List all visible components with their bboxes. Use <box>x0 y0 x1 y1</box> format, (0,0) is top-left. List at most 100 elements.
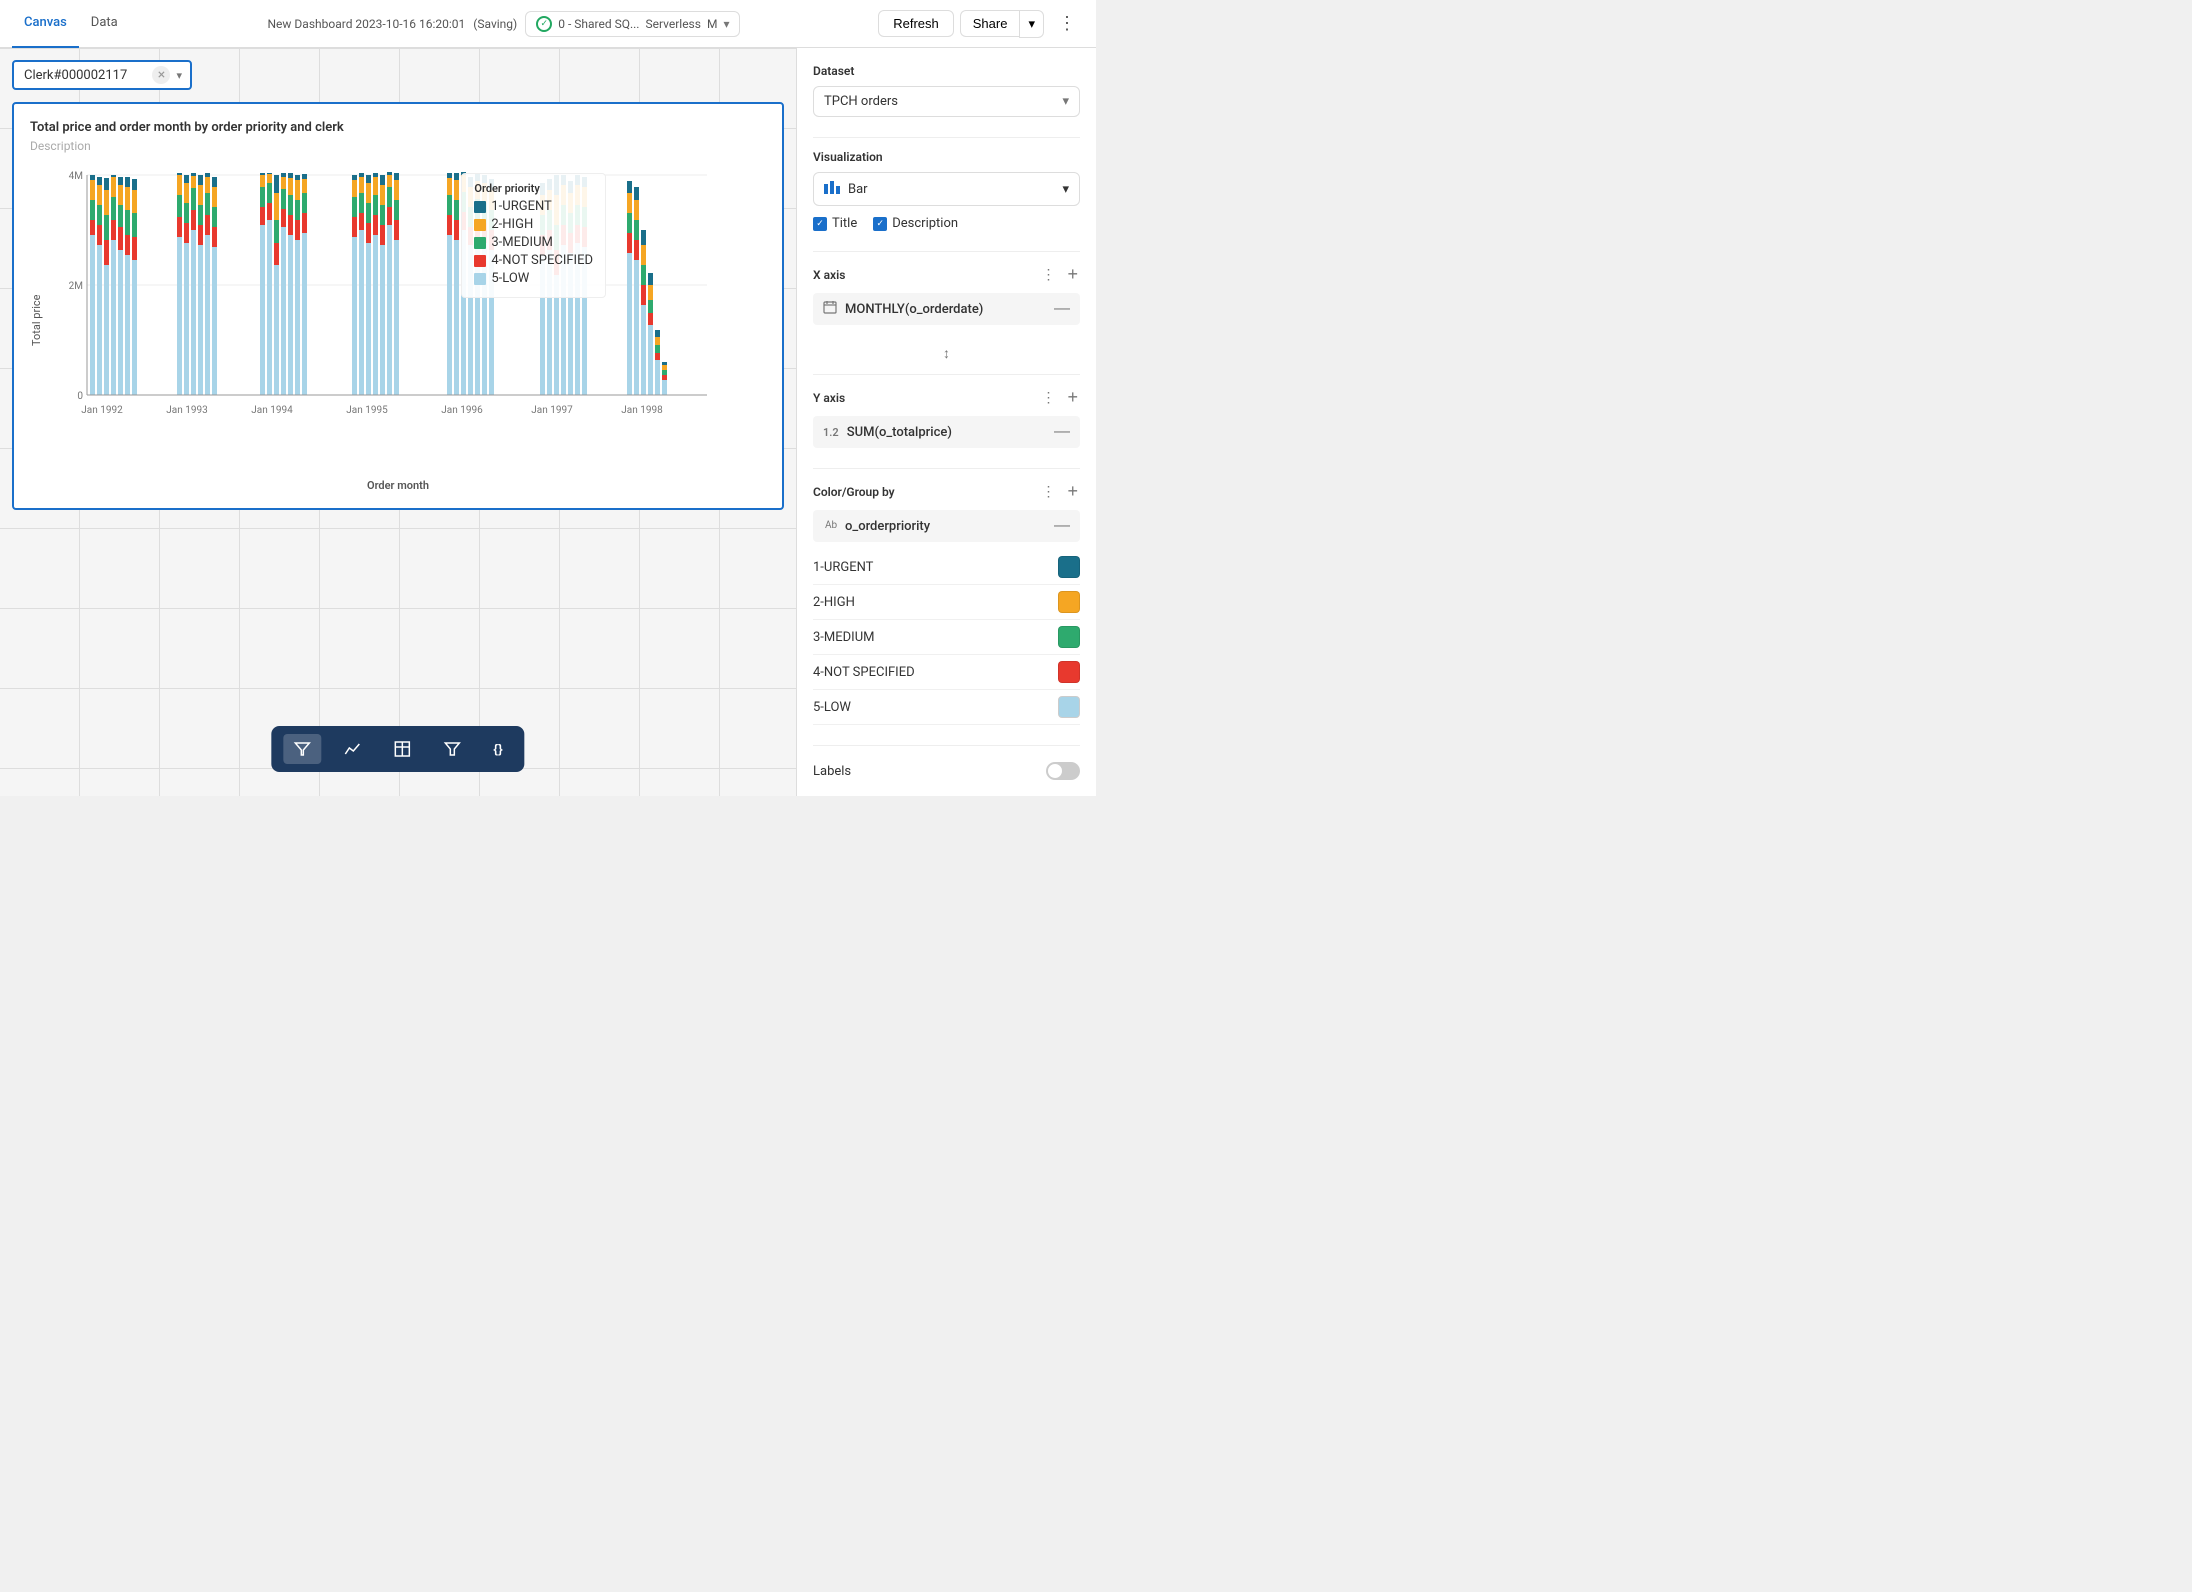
funnel-toolbar-button[interactable] <box>433 734 471 764</box>
color-row-urgent: 1-URGENT <box>813 550 1080 585</box>
right-panel: Dataset TPCH orders ▾ Visualization Bar <box>796 48 1096 796</box>
title-checkbox-label: Title <box>832 216 857 231</box>
color-row-low: 5-LOW <box>813 690 1080 725</box>
labels-label: Labels <box>813 764 851 779</box>
swap-icon[interactable]: ↕ <box>943 345 950 362</box>
viz-type-label: Bar <box>848 182 1054 197</box>
share-dropdown-button[interactable]: ▾ <box>1019 10 1044 38</box>
dataset-label: Dataset <box>813 64 1080 78</box>
legend-label-high: 2-HIGH <box>491 217 533 232</box>
chart-container: Total price and order month by order pri… <box>12 102 784 510</box>
text-icon: Abc <box>823 517 837 535</box>
x-axis-remove-button[interactable]: — <box>1054 300 1070 318</box>
dataset-select[interactable]: TPCH orders ▾ <box>813 86 1080 117</box>
connection-number: 0 - Shared SQ... <box>558 17 639 31</box>
legend-item-urgent: 1-URGENT <box>474 199 593 214</box>
y-axis-title: Y axis <box>813 391 845 405</box>
x-axis-field: MONTHLY(o_orderdate) — <box>813 293 1080 325</box>
trend-icon <box>343 740 361 758</box>
description-checkbox[interactable]: Description <box>873 216 958 231</box>
title-checkbox[interactable]: Title <box>813 216 857 231</box>
connection-size: M <box>707 17 717 31</box>
dataset-value: TPCH orders <box>824 94 898 109</box>
more-options-button[interactable]: ⋮ <box>1050 8 1084 39</box>
saving-badge: (Saving) <box>473 17 517 31</box>
y-axis-more-button[interactable]: ⋮ <box>1039 387 1057 408</box>
legend-item-high: 2-HIGH <box>474 217 593 232</box>
svg-text:Abc: Abc <box>825 520 837 531</box>
swap-axes-area: ↕ <box>813 345 1080 362</box>
refresh-button[interactable]: Refresh <box>878 10 954 37</box>
x-axis-more-button[interactable]: ⋮ <box>1039 264 1057 285</box>
header-center: New Dashboard 2023-10-16 16:20:01 (Savin… <box>146 11 863 37</box>
chart-svg: 4M 2M 0 Jan 1992 Jan 1993 Jan 1994 Jan 1… <box>47 165 727 475</box>
svg-text:Jan 1994: Jan 1994 <box>251 405 293 416</box>
header-actions: Refresh Share ▾ ⋮ <box>878 8 1084 39</box>
connection-type: Serverless <box>645 17 701 31</box>
color-group-section: Color/Group by ⋮ + Abc o_orderpriority — <box>813 481 1080 725</box>
color-swatch-low[interactable] <box>1058 696 1080 718</box>
y-axis-field: 1.2 SUM(o_totalprice) — <box>813 416 1080 448</box>
tab-data[interactable]: Data <box>79 0 130 48</box>
filter-tag[interactable]: Clerk#000002117 × ▾ <box>12 60 192 90</box>
x-axis-field-label: MONTHLY(o_orderdate) <box>845 302 1046 317</box>
color-label-low: 5-LOW <box>813 700 851 715</box>
connection-info[interactable]: 0 - Shared SQ... Serverless M ▾ <box>525 11 740 37</box>
color-group-more-button[interactable]: ⋮ <box>1039 481 1057 502</box>
color-group-remove-button[interactable]: — <box>1054 517 1070 535</box>
share-button[interactable]: Share <box>960 10 1020 37</box>
x-axis-actions: ⋮ + <box>1039 264 1080 285</box>
color-label-not-specified: 4-NOT SPECIFIED <box>813 665 915 680</box>
legend-item-low: 5-LOW <box>474 271 593 286</box>
calendar-icon <box>823 300 837 318</box>
color-row-medium: 3-MEDIUM <box>813 620 1080 655</box>
legend-item-not-specified: 4-NOT SPECIFIED <box>474 253 593 268</box>
svg-text:2M: 2M <box>69 281 83 292</box>
color-swatch-not-specified[interactable] <box>1058 661 1080 683</box>
color-label-urgent: 1-URGENT <box>813 560 873 575</box>
filter-toolbar-button[interactable] <box>283 734 321 764</box>
legend-item-medium: 3-MEDIUM <box>474 235 593 250</box>
canvas-area: Clerk#000002117 × ▾ Total price and orde… <box>0 48 796 796</box>
x-axis-label: Order month <box>30 479 766 492</box>
color-label-high: 2-HIGH <box>813 595 855 610</box>
y-axis-actions: ⋮ + <box>1039 387 1080 408</box>
main-layout: Clerk#000002117 × ▾ Total price and orde… <box>0 48 1096 796</box>
legend-label-not-specified: 4-NOT SPECIFIED <box>491 253 593 268</box>
tab-canvas[interactable]: Canvas <box>12 0 79 48</box>
labels-toggle[interactable] <box>1046 762 1080 780</box>
viz-type-select[interactable]: Bar ▾ <box>813 172 1080 206</box>
y-axis-header: Y axis ⋮ + <box>813 387 1080 408</box>
color-swatch-urgent[interactable] <box>1058 556 1080 578</box>
color-swatch-high[interactable] <box>1058 591 1080 613</box>
table-icon <box>393 740 411 758</box>
legend-label-medium: 3-MEDIUM <box>491 235 552 250</box>
color-group-actions: ⋮ + <box>1039 481 1080 502</box>
x-axis-section: X axis ⋮ + MONTHLY(o_orderdate) — <box>813 264 1080 325</box>
y-axis-add-button[interactable]: + <box>1065 387 1080 408</box>
svg-text:Jan 1997: Jan 1997 <box>531 405 573 416</box>
funnel-icon <box>443 740 461 758</box>
filter-bar: Clerk#000002117 × ▾ <box>12 60 784 90</box>
y-axis-remove-button[interactable]: — <box>1054 423 1070 441</box>
legend-label-urgent: 1-URGENT <box>491 199 551 214</box>
legend-label-low: 5-LOW <box>491 271 529 286</box>
number-icon: 1.2 <box>823 426 839 439</box>
filter-dropdown-icon[interactable]: ▾ <box>176 69 182 82</box>
chart-title: Total price and order month by order pri… <box>30 120 766 135</box>
y-axis-label: Total price <box>30 165 43 475</box>
table-toolbar-button[interactable] <box>383 734 421 764</box>
color-swatch-medium[interactable] <box>1058 626 1080 648</box>
color-label-medium: 3-MEDIUM <box>813 630 874 645</box>
svg-text:Jan 1996: Jan 1996 <box>441 405 483 416</box>
trend-toolbar-button[interactable] <box>333 734 371 764</box>
code-toolbar-button[interactable]: {} <box>483 734 512 764</box>
share-button-group: Share ▾ <box>960 10 1044 38</box>
svg-text:Jan 1992: Jan 1992 <box>81 405 123 416</box>
filter-clear-icon[interactable]: × <box>152 66 170 84</box>
color-group-field: Abc o_orderpriority — <box>813 510 1080 542</box>
code-icon: {} <box>493 742 502 756</box>
color-group-field-label: o_orderpriority <box>845 519 1046 534</box>
x-axis-add-button[interactable]: + <box>1065 264 1080 285</box>
color-group-add-button[interactable]: + <box>1065 481 1080 502</box>
